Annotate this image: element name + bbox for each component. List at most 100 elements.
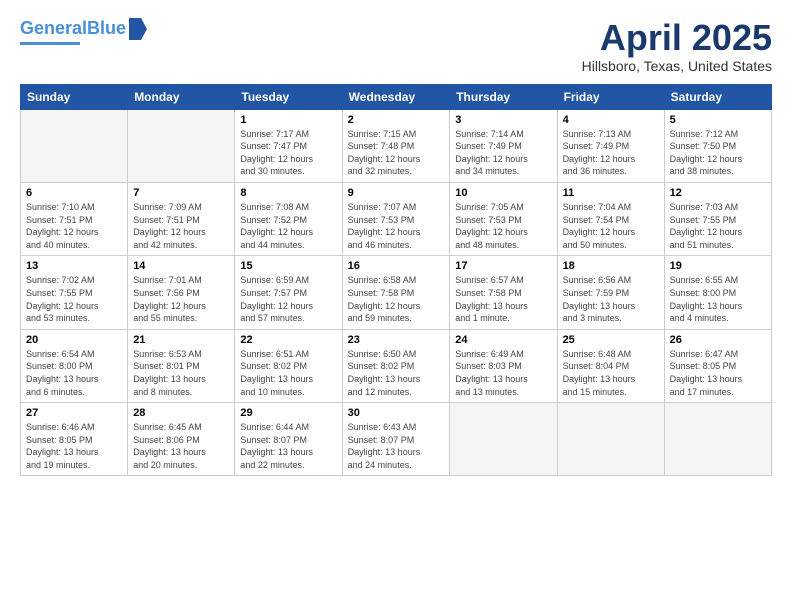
calendar-header-row: Sunday Monday Tuesday Wednesday Thursday… [21, 84, 772, 109]
calendar-cell: 16 Sunrise: 6:58 AM Sunset: 7:58 PM Dayli… [342, 256, 450, 329]
calendar-week-1: 1 Sunrise: 7:17 AM Sunset: 7:47 PM Daylig… [21, 109, 772, 182]
day-info: Sunrise: 6:56 AM Sunset: 7:59 PM Dayligh… [563, 274, 659, 324]
day-info: Sunrise: 7:10 AM Sunset: 7:51 PM Dayligh… [26, 201, 122, 251]
day-info: Sunrise: 7:17 AM Sunset: 7:47 PM Dayligh… [240, 128, 336, 178]
col-saturday: Saturday [664, 84, 771, 109]
day-info: Sunrise: 6:57 AM Sunset: 7:58 PM Dayligh… [455, 274, 551, 324]
calendar-cell: 8Sunrise: 7:08 AM Sunset: 7:52 PM Daylig… [235, 182, 342, 255]
day-number: 1 [240, 114, 336, 126]
day-number: 28 [133, 407, 229, 419]
day-number: 16 [348, 260, 445, 272]
calendar-cell: 22 Sunrise: 6:51 AM Sunset: 8:02 PM Dayli… [235, 329, 342, 402]
day-info: Sunrise: 7:05 AM Sunset: 7:53 PM Dayligh… [455, 201, 551, 251]
day-info: Sunrise: 6:53 AM Sunset: 8:01 PM Dayligh… [133, 348, 229, 398]
day-number: 3 [455, 114, 551, 126]
day-number: 15 [240, 260, 336, 272]
day-info: Sunrise: 6:51 AM Sunset: 8:02 PM Dayligh… [240, 348, 336, 398]
day-info: Sunrise: 6:48 AM Sunset: 8:04 PM Dayligh… [563, 348, 659, 398]
calendar-table: Sunday Monday Tuesday Wednesday Thursday… [20, 84, 772, 477]
day-number: 26 [670, 334, 766, 346]
calendar-cell: 27Sunrise: 6:46 AM Sunset: 8:05 PM Dayli… [21, 403, 128, 476]
col-friday: Friday [557, 84, 664, 109]
day-info: Sunrise: 6:54 AM Sunset: 8:00 PM Dayligh… [26, 348, 122, 398]
day-number: 25 [563, 334, 659, 346]
calendar-cell [450, 403, 557, 476]
calendar-cell: 29Sunrise: 6:44 AM Sunset: 8:07 PM Dayli… [235, 403, 342, 476]
calendar-cell: 7Sunrise: 7:09 AM Sunset: 7:51 PM Daylig… [128, 182, 235, 255]
calendar-cell: 6 Sunrise: 7:10 AM Sunset: 7:51 PM Daylig… [21, 182, 128, 255]
day-info: Sunrise: 7:03 AM Sunset: 7:55 PM Dayligh… [670, 201, 766, 251]
day-info: Sunrise: 7:09 AM Sunset: 7:51 PM Dayligh… [133, 201, 229, 251]
day-info: Sunrise: 7:12 AM Sunset: 7:50 PM Dayligh… [670, 128, 766, 178]
col-tuesday: Tuesday [235, 84, 342, 109]
day-info: Sunrise: 7:07 AM Sunset: 7:53 PM Dayligh… [348, 201, 445, 251]
calendar-cell: 15Sunrise: 6:59 AM Sunset: 7:57 PM Dayli… [235, 256, 342, 329]
day-number: 5 [670, 114, 766, 126]
subtitle: Hillsboro, Texas, United States [582, 58, 772, 74]
day-number: 8 [240, 187, 336, 199]
calendar-cell: 23Sunrise: 6:50 AM Sunset: 8:02 PM Dayli… [342, 329, 450, 402]
header: GeneralBlue April 2025 Hillsboro, Texas,… [20, 18, 772, 74]
day-number: 18 [563, 260, 659, 272]
calendar-cell: 25 Sunrise: 6:48 AM Sunset: 8:04 PM Dayli… [557, 329, 664, 402]
page: GeneralBlue April 2025 Hillsboro, Texas,… [0, 0, 792, 612]
day-info: Sunrise: 6:49 AM Sunset: 8:03 PM Dayligh… [455, 348, 551, 398]
logo-text: GeneralBlue [20, 19, 126, 39]
day-number: 6 [26, 187, 122, 199]
day-number: 11 [563, 187, 659, 199]
day-number: 20 [26, 334, 122, 346]
calendar-week-4: 20 Sunrise: 6:54 AM Sunset: 8:00 PM Dayli… [21, 329, 772, 402]
col-thursday: Thursday [450, 84, 557, 109]
calendar-cell: 12 Sunrise: 7:03 AM Sunset: 7:55 PM Dayli… [664, 182, 771, 255]
calendar-week-2: 6 Sunrise: 7:10 AM Sunset: 7:51 PM Daylig… [21, 182, 772, 255]
day-info: Sunrise: 6:44 AM Sunset: 8:07 PM Dayligh… [240, 421, 336, 471]
day-number: 10 [455, 187, 551, 199]
col-wednesday: Wednesday [342, 84, 450, 109]
day-info: Sunrise: 7:13 AM Sunset: 7:49 PM Dayligh… [563, 128, 659, 178]
calendar-cell: 14Sunrise: 7:01 AM Sunset: 7:56 PM Dayli… [128, 256, 235, 329]
calendar-cell: 11 Sunrise: 7:04 AM Sunset: 7:54 PM Dayli… [557, 182, 664, 255]
calendar-cell: 9 Sunrise: 7:07 AM Sunset: 7:53 PM Daylig… [342, 182, 450, 255]
day-number: 14 [133, 260, 229, 272]
day-info: Sunrise: 7:04 AM Sunset: 7:54 PM Dayligh… [563, 201, 659, 251]
day-number: 24 [455, 334, 551, 346]
day-number: 12 [670, 187, 766, 199]
calendar-cell: 30Sunrise: 6:43 AM Sunset: 8:07 PM Dayli… [342, 403, 450, 476]
day-info: Sunrise: 7:15 AM Sunset: 7:48 PM Dayligh… [348, 128, 445, 178]
day-number: 2 [348, 114, 445, 126]
calendar-cell [21, 109, 128, 182]
logo-bar [20, 42, 80, 45]
day-info: Sunrise: 6:58 AM Sunset: 7:58 PM Dayligh… [348, 274, 445, 324]
day-number: 21 [133, 334, 229, 346]
day-info: Sunrise: 7:02 AM Sunset: 7:55 PM Dayligh… [26, 274, 122, 324]
calendar-cell: 10 Sunrise: 7:05 AM Sunset: 7:53 PM Dayli… [450, 182, 557, 255]
calendar-cell: 1 Sunrise: 7:17 AM Sunset: 7:47 PM Daylig… [235, 109, 342, 182]
title-area: April 2025 Hillsboro, Texas, United Stat… [582, 18, 772, 74]
calendar-week-3: 13Sunrise: 7:02 AM Sunset: 7:55 PM Dayli… [21, 256, 772, 329]
day-number: 4 [563, 114, 659, 126]
calendar-cell: 28 Sunrise: 6:45 AM Sunset: 8:06 PM Dayli… [128, 403, 235, 476]
day-number: 17 [455, 260, 551, 272]
day-number: 22 [240, 334, 336, 346]
day-info: Sunrise: 6:45 AM Sunset: 8:06 PM Dayligh… [133, 421, 229, 471]
logo-icon [129, 18, 147, 40]
calendar-cell: 19Sunrise: 6:55 AM Sunset: 8:00 PM Dayli… [664, 256, 771, 329]
day-number: 19 [670, 260, 766, 272]
calendar-cell [664, 403, 771, 476]
calendar-cell: 20 Sunrise: 6:54 AM Sunset: 8:00 PM Dayli… [21, 329, 128, 402]
calendar-cell: 24 Sunrise: 6:49 AM Sunset: 8:03 PM Dayli… [450, 329, 557, 402]
calendar-cell: 18 Sunrise: 6:56 AM Sunset: 7:59 PM Dayli… [557, 256, 664, 329]
calendar-cell: 3 Sunrise: 7:14 AM Sunset: 7:49 PM Daylig… [450, 109, 557, 182]
day-info: Sunrise: 6:50 AM Sunset: 8:02 PM Dayligh… [348, 348, 445, 398]
calendar-cell: 2 Sunrise: 7:15 AM Sunset: 7:48 PM Daylig… [342, 109, 450, 182]
calendar-cell [557, 403, 664, 476]
day-info: Sunrise: 7:14 AM Sunset: 7:49 PM Dayligh… [455, 128, 551, 178]
calendar-cell: 17 Sunrise: 6:57 AM Sunset: 7:58 PM Dayli… [450, 256, 557, 329]
col-monday: Monday [128, 84, 235, 109]
calendar-week-5: 27Sunrise: 6:46 AM Sunset: 8:05 PM Dayli… [21, 403, 772, 476]
day-info: Sunrise: 6:43 AM Sunset: 8:07 PM Dayligh… [348, 421, 445, 471]
calendar-cell: 4 Sunrise: 7:13 AM Sunset: 7:49 PM Daylig… [557, 109, 664, 182]
day-info: Sunrise: 6:47 AM Sunset: 8:05 PM Dayligh… [670, 348, 766, 398]
day-number: 9 [348, 187, 445, 199]
logo: GeneralBlue [20, 18, 147, 45]
